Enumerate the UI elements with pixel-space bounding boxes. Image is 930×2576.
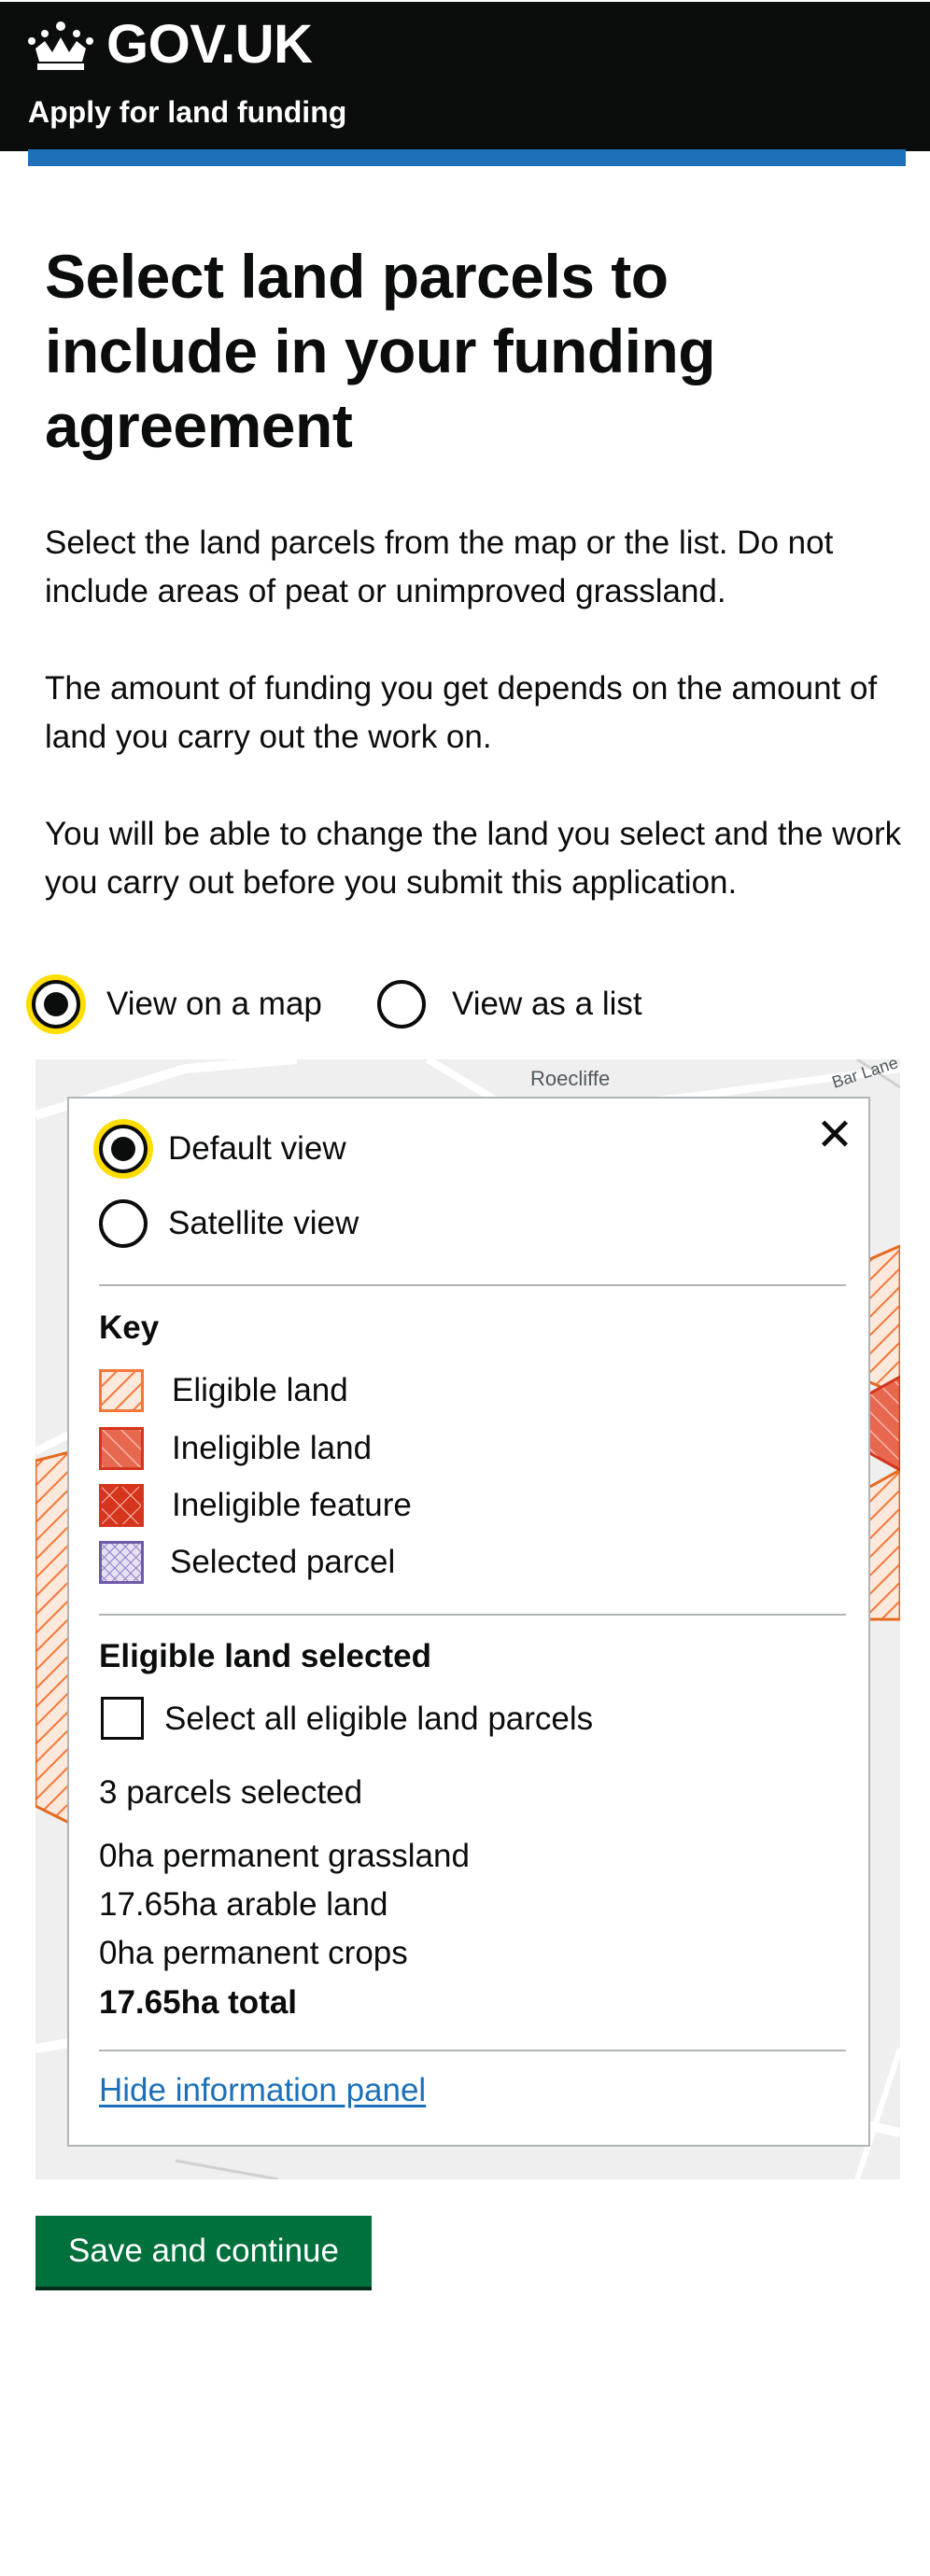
hide-information-panel-link[interactable]: Hide information panel [99, 2070, 426, 2111]
key-item-ineligible-land: Ineligible land [172, 1430, 373, 1466]
default-view-option[interactable]: Default view [99, 1125, 346, 1173]
default-view-radio[interactable] [99, 1125, 148, 1173]
eligible-land-heading: Eligible land selected [99, 1638, 431, 1674]
view-as-list-label[interactable]: View as a list [452, 984, 642, 1025]
map-information-panel: ✕ Default view Satellite view Key Eligib… [67, 1097, 870, 2147]
close-panel-button[interactable]: ✕ [811, 1113, 858, 1159]
close-icon[interactable]: ✕ [816, 1113, 853, 1158]
satellite-view-label[interactable]: Satellite view [168, 1203, 359, 1244]
view-on-map-label[interactable]: View on a map [106, 984, 322, 1025]
view-as-list-option[interactable]: View as a list [377, 980, 642, 1029]
ineligible-land-swatch [99, 1427, 144, 1470]
view-on-map-radio[interactable] [32, 980, 80, 1029]
satellite-view-option[interactable]: Satellite view [99, 1199, 359, 1248]
view-as-list-radio[interactable] [377, 980, 426, 1029]
page-title: Select land parcels to include in your f… [45, 242, 716, 460]
select-all-checkbox[interactable] [101, 1697, 144, 1740]
panel-divider [99, 2050, 846, 2051]
service-name[interactable]: Apply for land funding [28, 93, 346, 131]
key-item-ineligible-feature: Ineligible feature [172, 1487, 412, 1523]
parcels-selected-count: 3 parcels selected [99, 1774, 363, 1811]
key-heading: Key [99, 1309, 160, 1346]
select-all-label[interactable]: Select all eligible land parcels [164, 1699, 593, 1740]
panel-divider [99, 1614, 846, 1616]
satellite-view-radio[interactable] [99, 1199, 148, 1248]
panel-divider [99, 1284, 846, 1286]
intro-paragraph-3: You will be able to change the land you … [45, 816, 902, 901]
header-accent-bar [28, 149, 906, 166]
permanent-crops-total: 0ha permanent crops [99, 1935, 408, 1971]
view-on-map-option[interactable]: View on a map [32, 980, 322, 1029]
intro-paragraph-2: The amount of funding you get depends on… [45, 670, 878, 755]
map-place-label: Roecliffe [530, 1067, 611, 1090]
govuk-logo[interactable]: GOV.UK [106, 15, 313, 75]
intro-paragraph-1: Select the land parcels from the map or … [45, 525, 834, 609]
key-item-selected-parcel: Selected parcel [170, 1544, 396, 1580]
selected-parcel-swatch [99, 1541, 144, 1584]
permanent-grassland-total: 0ha permanent grassland [99, 1838, 470, 1874]
default-view-label[interactable]: Default view [168, 1128, 346, 1169]
save-and-continue-button[interactable]: Save and continue [35, 2216, 372, 2287]
eligible-land-swatch [99, 1369, 144, 1412]
arable-land-total: 17.65ha arable land [99, 1886, 388, 1923]
crown-icon [28, 21, 93, 70]
overall-total: 17.65ha total [99, 1984, 298, 2021]
govuk-header: GOV.UK Apply for land funding [0, 0, 930, 151]
key-item-eligible-land: Eligible land [172, 1372, 348, 1408]
ineligible-feature-swatch [99, 1484, 144, 1527]
